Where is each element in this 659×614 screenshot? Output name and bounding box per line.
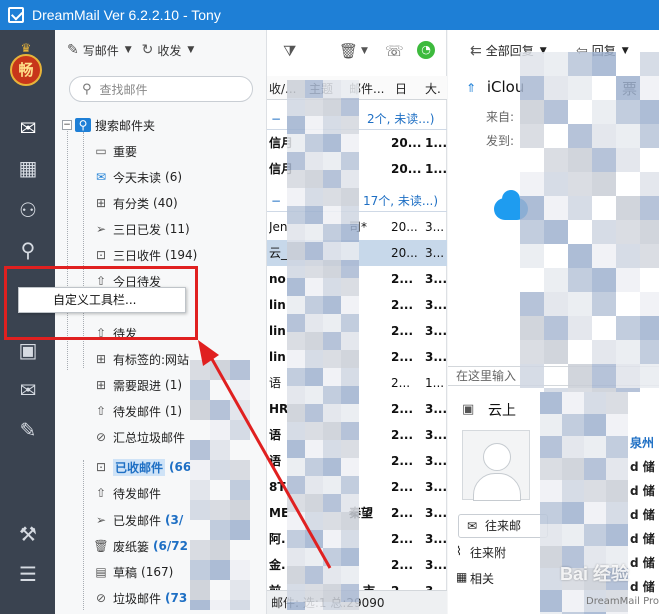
arrow-head — [198, 340, 219, 366]
arrow-line — [206, 351, 332, 569]
red-arrow-annotation — [198, 340, 332, 569]
